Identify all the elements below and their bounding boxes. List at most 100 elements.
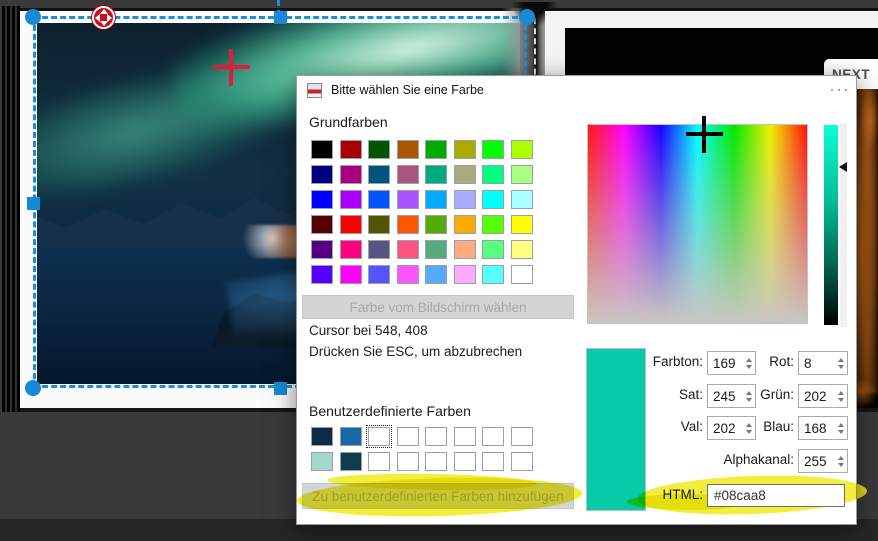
spinner-arrows-icon[interactable] <box>834 450 847 472</box>
color-swatch[interactable] <box>510 165 533 184</box>
color-swatch[interactable] <box>425 215 447 234</box>
color-swatch[interactable] <box>510 427 533 446</box>
alpha-label: Alphakanal: <box>723 452 794 467</box>
color-swatch[interactable] <box>482 215 504 234</box>
red-label: Rot: <box>769 354 794 369</box>
color-swatch[interactable] <box>339 165 362 184</box>
selection-handle-bottom-mid[interactable] <box>274 382 287 395</box>
color-swatch[interactable] <box>365 424 393 449</box>
selection-handle-top-mid[interactable] <box>274 11 287 24</box>
color-swatch[interactable] <box>482 190 504 209</box>
color-swatch[interactable] <box>396 190 419 209</box>
color-swatch[interactable] <box>311 452 333 471</box>
color-swatch[interactable] <box>339 240 362 259</box>
color-swatch[interactable] <box>425 240 447 259</box>
alpha-spinbox[interactable]: 255 <box>798 449 848 473</box>
color-swatch[interactable] <box>482 427 504 446</box>
color-swatch[interactable] <box>482 140 504 159</box>
color-swatch[interactable] <box>510 265 533 284</box>
color-swatch[interactable] <box>311 240 333 259</box>
color-swatch[interactable] <box>339 427 362 446</box>
color-swatch[interactable] <box>396 240 419 259</box>
sat-label: Sat: <box>678 387 703 402</box>
color-swatch[interactable] <box>453 140 476 159</box>
color-swatch[interactable] <box>453 240 476 259</box>
color-swatch[interactable] <box>368 452 390 471</box>
custom-colors-grid <box>311 424 533 471</box>
color-swatch[interactable] <box>510 240 533 259</box>
color-swatch[interactable] <box>510 215 533 234</box>
selection-handle-bottom-left[interactable] <box>25 380 41 396</box>
selection-handle-top-left[interactable] <box>25 9 41 25</box>
picker-crosshair <box>702 116 706 153</box>
color-swatch[interactable] <box>311 140 333 159</box>
value-slider[interactable] <box>824 125 838 325</box>
color-swatch[interactable] <box>339 140 362 159</box>
value-slider-track[interactable] <box>840 123 847 327</box>
color-swatch[interactable] <box>482 165 504 184</box>
green-spinbox[interactable]: 202 <box>798 384 848 408</box>
color-swatch[interactable] <box>482 240 504 259</box>
orange-branches <box>861 90 878 150</box>
color-swatch[interactable] <box>311 215 333 234</box>
color-swatch[interactable] <box>425 190 447 209</box>
color-swatch[interactable] <box>368 215 390 234</box>
color-swatch[interactable] <box>425 165 447 184</box>
color-swatch[interactable] <box>425 452 447 471</box>
basic-colors-grid <box>311 140 533 284</box>
color-swatch[interactable] <box>368 240 390 259</box>
dialog-titlebar[interactable]: Bitte wählen Sie eine Farbe <box>297 76 856 104</box>
color-swatch[interactable] <box>396 140 419 159</box>
color-swatch[interactable] <box>396 215 419 234</box>
color-swatch[interactable] <box>396 165 419 184</box>
color-swatch[interactable] <box>453 190 476 209</box>
hue-saturation-picker[interactable] <box>587 124 808 324</box>
color-swatch[interactable] <box>396 452 419 471</box>
color-swatch[interactable] <box>311 427 333 446</box>
color-swatch[interactable] <box>425 140 447 159</box>
color-swatch[interactable] <box>311 190 333 209</box>
color-swatch[interactable] <box>368 165 390 184</box>
next-dots <box>831 89 847 91</box>
value-slider-arrow-icon[interactable] <box>839 162 847 172</box>
color-swatch[interactable] <box>339 265 362 284</box>
color-swatch[interactable] <box>339 452 362 471</box>
color-swatch[interactable] <box>482 452 504 471</box>
color-swatch[interactable] <box>510 452 533 471</box>
color-swatch[interactable] <box>368 140 390 159</box>
book-page-stack <box>2 6 20 412</box>
color-swatch[interactable] <box>368 265 390 284</box>
color-swatch[interactable] <box>510 140 533 159</box>
color-swatch[interactable] <box>311 265 333 284</box>
blue-label: Blau: <box>763 419 794 434</box>
color-swatch[interactable] <box>396 427 419 446</box>
color-swatch[interactable] <box>368 190 390 209</box>
color-swatch[interactable] <box>425 427 447 446</box>
color-swatch[interactable] <box>453 427 476 446</box>
html-color-input[interactable]: #08caa8 <box>707 484 845 507</box>
spinner-arrows-icon[interactable] <box>834 385 847 407</box>
color-swatch[interactable] <box>510 190 533 209</box>
color-swatch[interactable] <box>311 165 333 184</box>
spinner-arrows-icon[interactable] <box>834 417 847 439</box>
esc-hint-text: Drücken Sie ESC, um abzubrechen <box>309 344 523 359</box>
pick-screen-color-button[interactable]: Farbe vom Bildschirm wählen <box>302 295 574 319</box>
selection-handle-top-right[interactable] <box>519 9 535 25</box>
red-spinbox[interactable]: 8 <box>798 351 848 375</box>
dialog-app-icon <box>307 82 322 98</box>
val-label: Val: <box>680 419 703 434</box>
basic-colors-label: Grundfarben <box>309 114 388 130</box>
color-swatch[interactable] <box>396 265 419 284</box>
color-swatch[interactable] <box>339 190 362 209</box>
color-swatch[interactable] <box>339 215 362 234</box>
remove-image-icon[interactable] <box>92 6 115 29</box>
color-swatch[interactable] <box>425 265 447 284</box>
color-swatch[interactable] <box>453 165 476 184</box>
color-swatch[interactable] <box>453 265 476 284</box>
spinner-arrows-icon[interactable] <box>834 352 847 374</box>
color-swatch[interactable] <box>453 215 476 234</box>
color-swatch[interactable] <box>453 452 476 471</box>
blue-spinbox[interactable]: 168 <box>798 416 848 440</box>
color-swatch[interactable] <box>482 265 504 284</box>
selection-handle-left-mid[interactable] <box>27 197 40 210</box>
